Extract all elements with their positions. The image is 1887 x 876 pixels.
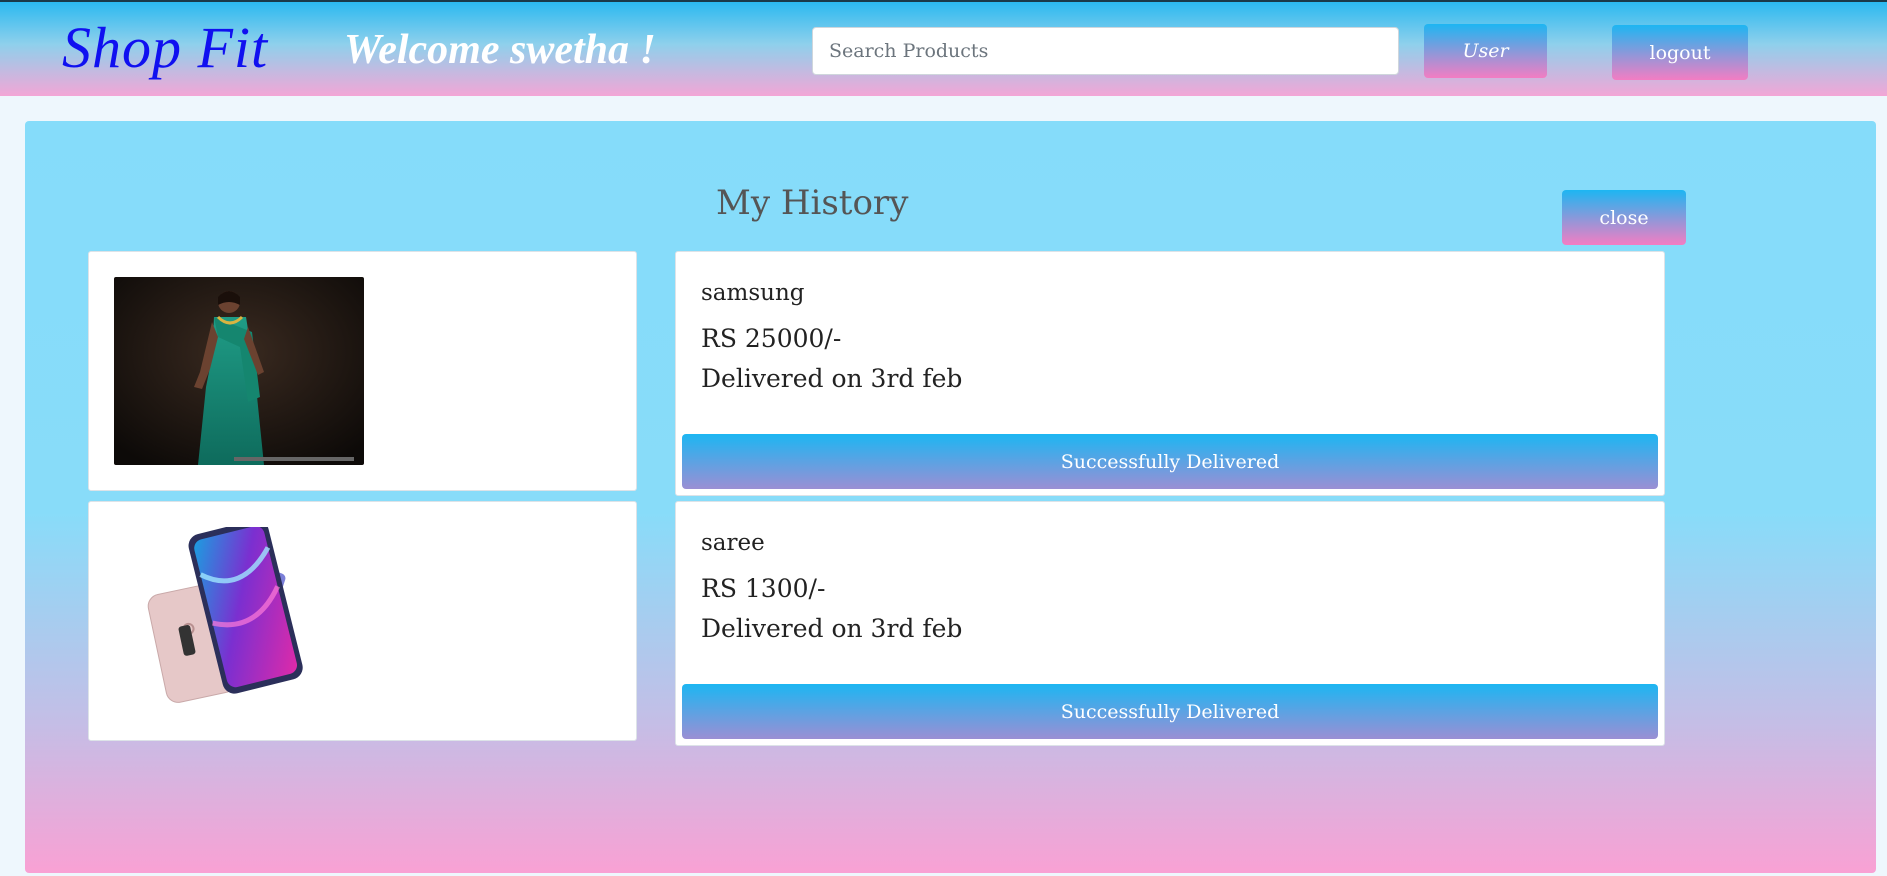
close-button[interactable]: close [1562,190,1686,245]
search-input[interactable] [812,27,1399,75]
user-button[interactable]: User [1424,24,1547,78]
order-image-card [88,501,637,741]
brand-logo[interactable]: Shop Fit [62,14,268,81]
order-info-card: samsung RS 25000/- Delivered on 3rd feb … [675,251,1665,496]
smartphone-product-image [114,527,364,715]
page-title: My History [716,183,909,223]
saree-product-image [114,277,364,465]
order-info-card: saree RS 1300/- Delivered on 3rd feb Suc… [675,501,1665,746]
logout-button[interactable]: logout [1612,25,1748,80]
delivery-date: Delivered on 3rd feb [701,364,963,393]
welcome-message: Welcome swetha ! [344,27,656,73]
delivery-status-button[interactable]: Successfully Delivered [682,434,1658,489]
product-name: saree [701,530,765,556]
product-price: RS 25000/- [701,324,842,353]
delivery-status-button[interactable]: Successfully Delivered [682,684,1658,739]
top-navbar: Shop Fit Welcome swetha ! User logout [0,0,1887,96]
delivery-date: Delivered on 3rd feb [701,614,963,643]
product-name: samsung [701,280,805,306]
product-price: RS 1300/- [701,574,826,603]
order-image-card [88,251,637,491]
